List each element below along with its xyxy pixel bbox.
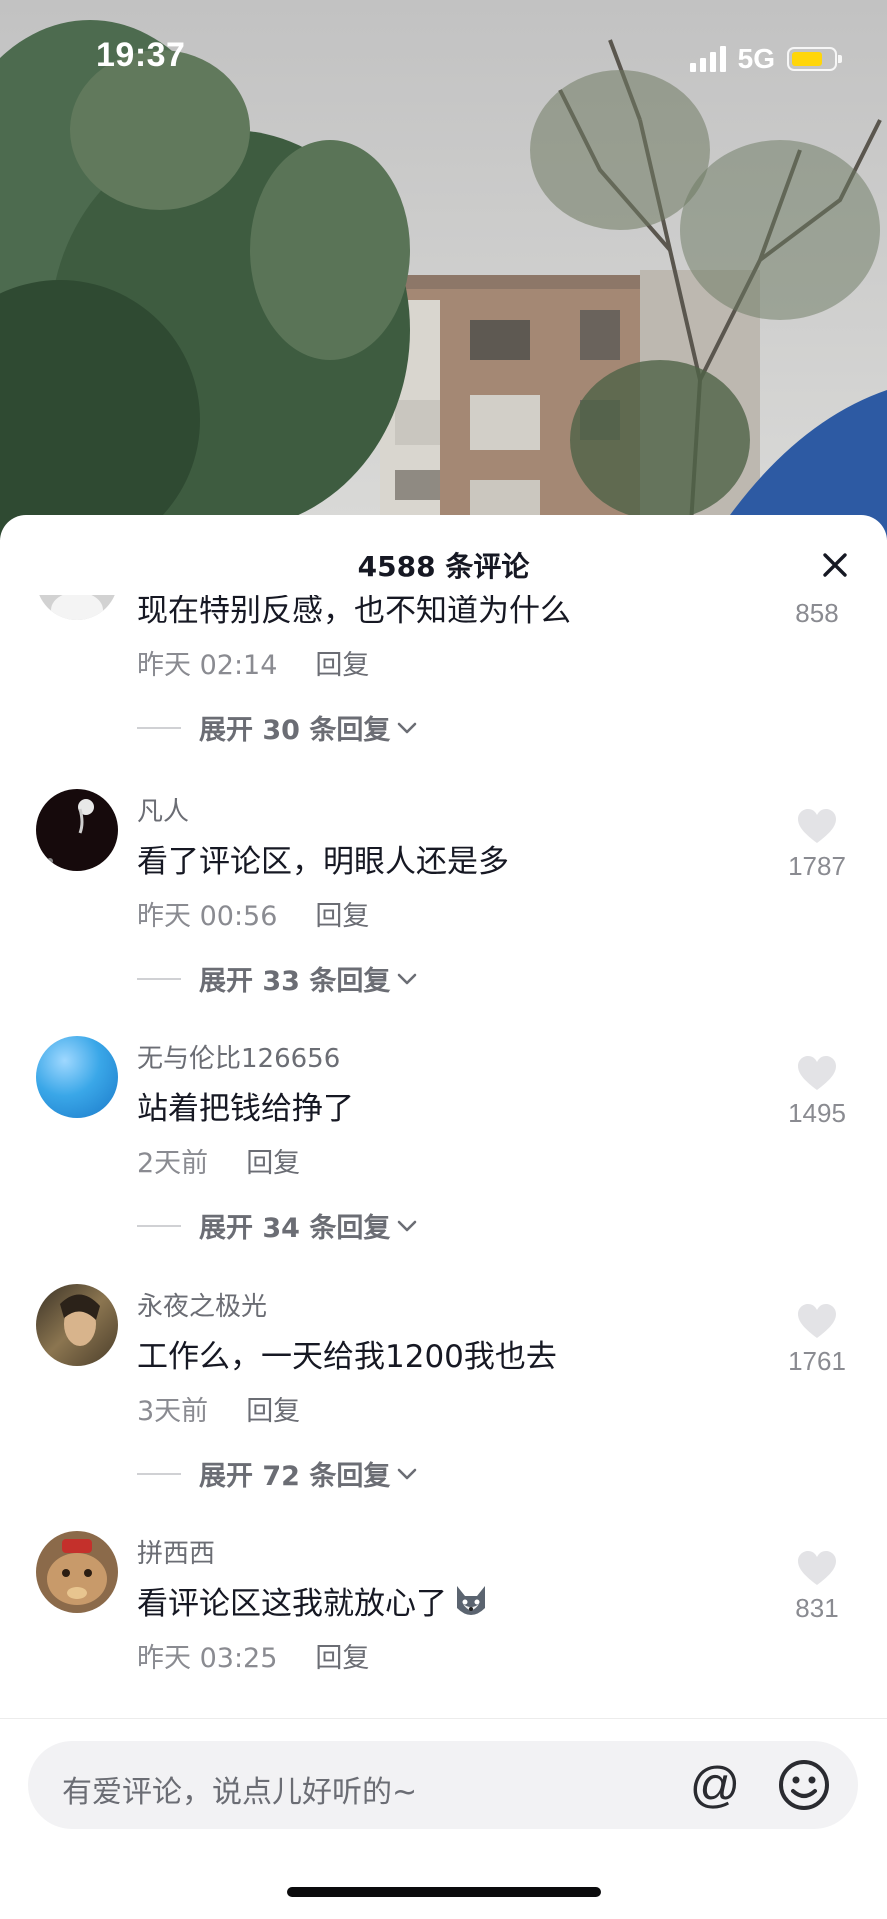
expand-replies-button[interactable]: 展开 30 条回复 <box>137 708 418 747</box>
signal-icon <box>689 46 726 72</box>
reply-button[interactable]: 回复 <box>246 1389 300 1428</box>
comment-meta: 2天前 回复 <box>137 1141 300 1180</box>
like-button[interactable]: 1787 <box>777 807 857 882</box>
comment-time: 昨天 00:56 <box>137 901 278 932</box>
close-button[interactable] <box>813 543 857 587</box>
expand-replies-button[interactable]: 展开 33 条回复 <box>137 959 418 998</box>
avatar[interactable] <box>36 1036 118 1118</box>
chevron-down-icon <box>396 1219 418 1233</box>
comment-item: 现在特别反感，也不知道为什么 昨天 02:14 回复 展开 30 条回复 858 <box>0 595 887 785</box>
like-count: 1495 <box>788 1098 846 1128</box>
comment-meta: 3天前 回复 <box>137 1389 300 1428</box>
reply-button[interactable]: 回复 <box>246 1141 300 1180</box>
comment-meta: 昨天 03:25 回复 <box>137 1636 369 1675</box>
expand-replies-label: 展开 30 条回复 <box>199 715 391 746</box>
chevron-down-icon <box>396 972 418 986</box>
comment-item: 无与伦比126656 站着把钱给挣了 2天前 回复 展开 34 条回复 1495 <box>0 1036 887 1283</box>
comment-meta: 昨天 02:14 回复 <box>137 643 369 682</box>
status-bar: 19:37 5G <box>0 0 887 120</box>
comment-item: 凡人 看了评论区，明眼人还是多 昨天 00:56 回复 展开 33 条回复 17… <box>0 789 887 1036</box>
chevron-down-icon <box>396 1467 418 1481</box>
husky-emoji-icon <box>451 1582 491 1630</box>
avatar[interactable] <box>36 595 118 620</box>
close-icon <box>823 553 847 577</box>
battery-icon <box>787 47 842 71</box>
like-button[interactable]: 1761 <box>777 1302 857 1377</box>
chevron-down-icon <box>396 721 418 735</box>
like-count: 1761 <box>788 1346 846 1376</box>
emoji-smiley-icon[interactable] <box>774 1755 834 1815</box>
comment-text: 工作么，一天给我1200我也去 <box>137 1339 557 1375</box>
heart-icon <box>798 1304 836 1338</box>
expand-replies-button[interactable]: 展开 34 条回复 <box>137 1206 418 1245</box>
comment-text: 现在特别反感，也不知道为什么 <box>137 595 571 629</box>
avatar[interactable] <box>36 1531 118 1613</box>
network-label: 5G <box>737 43 775 74</box>
comment-text: 看了评论区，明眼人还是多 <box>137 844 509 880</box>
comments-panel: 4588 条评论 现在特别反感，也不知道为什么 昨天 02:14 回复 展开 3… <box>0 515 887 1919</box>
avatar[interactable] <box>36 1284 118 1366</box>
heart-icon <box>798 1551 836 1585</box>
comment-time: 2天前 <box>137 1148 209 1179</box>
user-name[interactable]: 永夜之极光 <box>137 1286 267 1323</box>
avatar[interactable] <box>36 789 118 871</box>
user-name[interactable]: 凡人 <box>137 791 189 828</box>
user-name[interactable]: 无与伦比126656 <box>137 1038 340 1075</box>
comment-meta: 昨天 00:56 回复 <box>137 894 369 933</box>
like-count: 831 <box>795 1593 839 1623</box>
expand-replies-label: 展开 34 条回复 <box>199 1213 391 1244</box>
comment-input-bar: 有爱评论，说点儿好听的~ @ <box>0 1718 887 1919</box>
status-indicators: 5G <box>689 42 842 76</box>
comment-input-placeholder: 有爱评论，说点儿好听的~ <box>62 1775 418 1810</box>
comment-item: 永夜之极光 工作么，一天给我1200我也去 3天前 回复 展开 72 条回复 1… <box>0 1284 887 1531</box>
comments-count-title: 4588 条评论 <box>357 550 530 583</box>
comment-time: 昨天 03:25 <box>137 1643 278 1674</box>
reply-button[interactable]: 回复 <box>315 643 369 682</box>
comment-list[interactable]: 现在特别反感，也不知道为什么 昨天 02:14 回复 展开 30 条回复 858 <box>0 595 887 1718</box>
status-time: 19:37 <box>96 36 186 74</box>
user-name[interactable]: 拼西西 <box>137 1533 215 1570</box>
expand-replies-label: 展开 72 条回复 <box>199 1461 391 1492</box>
comment-text: 站着把钱给挣了 <box>137 1091 354 1127</box>
like-button[interactable]: 831 <box>777 1549 857 1624</box>
reply-button[interactable]: 回复 <box>315 894 369 933</box>
like-count: 1787 <box>788 851 846 881</box>
comment-text-row: 看评论区这我就放心了 <box>137 1578 491 1630</box>
comment-text: 看评论区这我就放心了 <box>137 1586 447 1622</box>
heart-icon <box>798 1056 836 1090</box>
screen: 19:37 5G 4588 条评论 现在特别反感，也不知道为什么 昨天 02:1… <box>0 0 887 1919</box>
comment-time: 3天前 <box>137 1396 209 1427</box>
like-button[interactable]: 858 <box>777 595 857 629</box>
expand-replies-label: 展开 33 条回复 <box>199 966 391 997</box>
like-button[interactable]: 1495 <box>777 1054 857 1129</box>
like-count: 858 <box>795 598 839 628</box>
at-mention-icon[interactable]: @ <box>686 1756 744 1814</box>
reply-button[interactable]: 回复 <box>315 1636 369 1675</box>
comment-item: 拼西西 看评论区这我就放心了 昨天 03:25 回复 831 <box>0 1531 887 1718</box>
comment-input[interactable]: 有爱评论，说点儿好听的~ @ <box>28 1741 858 1829</box>
home-indicator[interactable] <box>287 1887 601 1897</box>
expand-replies-button[interactable]: 展开 72 条回复 <box>137 1454 418 1493</box>
comment-time: 昨天 02:14 <box>137 650 278 681</box>
heart-icon <box>798 809 836 843</box>
